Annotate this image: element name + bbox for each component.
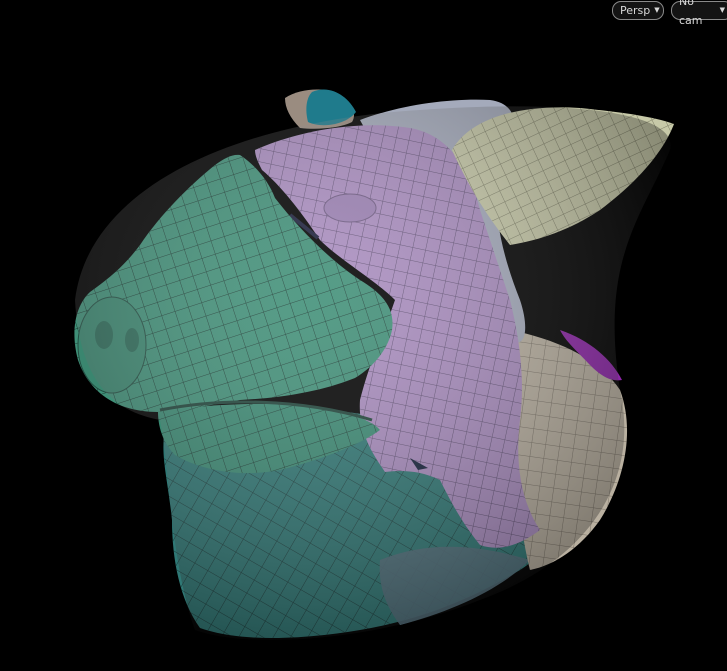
3d-viewport[interactable]: Persp ▼ No cam ▼	[0, 0, 727, 671]
chevron-down-icon: ▼	[654, 6, 660, 14]
projection-menu-label: Persp	[620, 4, 651, 17]
chevron-down-icon: ▼	[719, 6, 725, 14]
camera-menu-button[interactable]: No cam ▼	[671, 0, 727, 27]
lighting-shade	[75, 106, 671, 641]
projection-menu-button[interactable]: Persp ▼	[612, 1, 664, 20]
camera-menu-label: No cam	[679, 0, 703, 27]
pig-head-mesh[interactable]	[0, 0, 727, 671]
